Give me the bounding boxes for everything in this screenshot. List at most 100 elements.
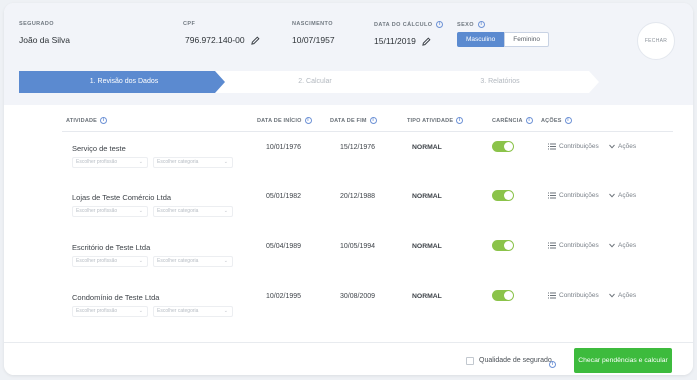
sex-toggle: Masculino Feminino <box>457 32 549 47</box>
nascimento-label: NASCIMENTO <box>292 21 333 27</box>
col-header-carencia: CARÊNCIA i <box>492 117 533 124</box>
end-date: 30/08/2009 <box>340 293 376 300</box>
actions-menu[interactable]: Ações <box>609 143 636 150</box>
info-icon: i <box>549 361 556 368</box>
step-reports[interactable]: 3. Relatórios <box>401 71 599 93</box>
info-icon: i <box>564 117 572 124</box>
col-header-acoes: AÇÕES i <box>541 117 572 124</box>
profession-select[interactable]: Escolher profissão ⌄ <box>72 157 148 168</box>
info-icon: i <box>436 21 444 28</box>
segurado-value: João da Silva <box>19 35 71 45</box>
chevron-down-icon: ⌄ <box>138 208 143 214</box>
chevron-down-icon <box>609 243 615 248</box>
category-select[interactable]: Escolher categoria ⌄ <box>153 157 233 168</box>
segurado-label: SEGURADO <box>19 21 54 27</box>
table-row: Serviço de teste 10/01/1976 15/12/1976 NORM… <box>4 141 693 194</box>
profession-select[interactable]: Escolher profissão ⌄ <box>72 206 148 217</box>
end-date: 15/12/1976 <box>340 144 376 151</box>
list-icon <box>548 292 556 299</box>
contributions-link[interactable]: Contribuições <box>548 192 599 199</box>
table-row: Escritório de Teste Ltda 05/04/1989 10/05/… <box>4 240 693 293</box>
table-row: Lojas de Teste Comércio Ltda 05/01/1982 20… <box>4 190 693 243</box>
end-date: 10/05/1994 <box>340 243 376 250</box>
info-icon: i <box>456 117 464 124</box>
category-select[interactable]: Escolher categoria ⌄ <box>153 306 233 317</box>
chevron-down-icon <box>609 193 615 198</box>
chevron-down-icon: ⌄ <box>223 208 228 214</box>
sex-option-feminino[interactable]: Feminino <box>504 32 549 47</box>
actions-menu[interactable]: Ações <box>609 192 636 199</box>
close-button[interactable]: FECHAR <box>637 22 675 60</box>
edit-cpf-icon[interactable] <box>250 35 260 45</box>
chevron-down-icon: ⌄ <box>138 159 143 165</box>
step-review-label: 1. Revisão dos Dados <box>89 78 159 85</box>
step-reports-label: 3. Relatórios <box>480 78 520 85</box>
list-icon <box>548 143 556 150</box>
footer-bar: Qualidade de segurado i Checar pendência… <box>4 342 693 375</box>
chevron-down-icon: ⌄ <box>223 308 228 314</box>
chevron-down-icon <box>609 293 615 298</box>
segurado-field: SEGURADO João da Silva <box>19 21 70 45</box>
chevron-down-icon: ⌄ <box>223 159 228 165</box>
carencia-toggle[interactable] <box>492 290 514 301</box>
data-calculo-field: DATA DO CÁLCULO i 15/11/2019 <box>374 21 444 46</box>
category-select[interactable]: Escolher categoria ⌄ <box>153 206 233 217</box>
info-icon: i <box>304 117 312 124</box>
qualidade-segurado-checkbox[interactable] <box>466 357 474 365</box>
sexo-label: SEXO <box>457 21 474 28</box>
profession-select[interactable]: Escolher profissão ⌄ <box>72 256 148 267</box>
contributions-link[interactable]: Contribuições <box>548 242 599 249</box>
chevron-down-icon: ⌄ <box>223 258 228 264</box>
activity-name: Condomínio de Teste Ltda <box>72 293 160 302</box>
header-divider <box>62 131 673 132</box>
col-header-data-fim: DATA DE FIM i <box>330 117 377 124</box>
activity-name: Escritório de Teste Ltda <box>72 243 151 252</box>
data-calculo-value: 15/11/2019 <box>374 36 416 46</box>
chevron-down-icon: ⌄ <box>138 258 143 264</box>
cpf-label: CPF <box>183 21 196 27</box>
info-icon: i <box>100 117 108 124</box>
activity-type: NORMAL <box>412 193 442 200</box>
step-calculate[interactable]: 2. Calcular <box>215 71 415 93</box>
list-icon <box>548 192 556 199</box>
carencia-toggle[interactable] <box>492 141 514 152</box>
chevron-down-icon <box>609 144 615 149</box>
end-date: 20/12/1988 <box>340 193 376 200</box>
step-calculate-label: 2. Calcular <box>298 78 332 85</box>
table-row: Condomínio de Teste Ltda 10/02/1995 30/08/… <box>4 290 693 343</box>
data-calculo-label: DATA DO CÁLCULO <box>374 21 433 28</box>
profession-select[interactable]: Escolher profissão ⌄ <box>72 306 148 317</box>
carencia-toggle[interactable] <box>492 240 514 251</box>
activity-type: NORMAL <box>412 293 442 300</box>
sexo-field: SEXO i Masculino Feminino <box>457 21 549 47</box>
activity-name: Lojas de Teste Comércio Ltda <box>72 193 172 202</box>
cpf-field: CPF 796.972.140-00 <box>183 21 260 45</box>
info-icon: i <box>369 117 377 124</box>
col-header-tipo: TIPO ATIVIDADE i <box>407 117 464 124</box>
start-date: 05/01/1982 <box>266 193 302 200</box>
activity-type: NORMAL <box>412 243 442 250</box>
actions-menu[interactable]: Ações <box>609 242 636 249</box>
contributions-link[interactable]: Contribuições <box>548 143 599 150</box>
step-review[interactable]: 1. Revisão dos Dados <box>19 71 229 93</box>
start-date: 10/02/1995 <box>266 293 302 300</box>
category-select[interactable]: Escolher categoria ⌄ <box>153 256 233 267</box>
col-header-atividade: ATIVIDADE i <box>66 117 108 124</box>
insured-header: SEGURADO João da Silva CPF 796.972.140-0… <box>4 3 693 105</box>
info-icon: i <box>525 117 533 124</box>
activity-name: Serviço de teste <box>72 144 126 153</box>
contributions-link[interactable]: Contribuições <box>548 292 599 299</box>
carencia-toggle[interactable] <box>492 190 514 201</box>
start-date: 05/04/1989 <box>266 243 302 250</box>
chevron-down-icon: ⌄ <box>138 308 143 314</box>
start-date: 10/01/1976 <box>266 144 302 151</box>
activity-type: NORMAL <box>412 144 442 151</box>
qualidade-segurado-label: Qualidade de segurado <box>479 357 552 364</box>
check-and-calculate-button[interactable]: Checar pendências e calcular <box>574 348 672 373</box>
edit-date-icon[interactable] <box>422 36 431 46</box>
sex-option-masculino[interactable]: Masculino <box>457 32 505 47</box>
nascimento-field: NASCIMENTO 10/07/1957 <box>292 21 335 45</box>
main-card: SEGURADO João da Silva CPF 796.972.140-0… <box>4 3 693 375</box>
actions-menu[interactable]: Ações <box>609 292 636 299</box>
cpf-value: 796.972.140-00 <box>185 35 245 45</box>
